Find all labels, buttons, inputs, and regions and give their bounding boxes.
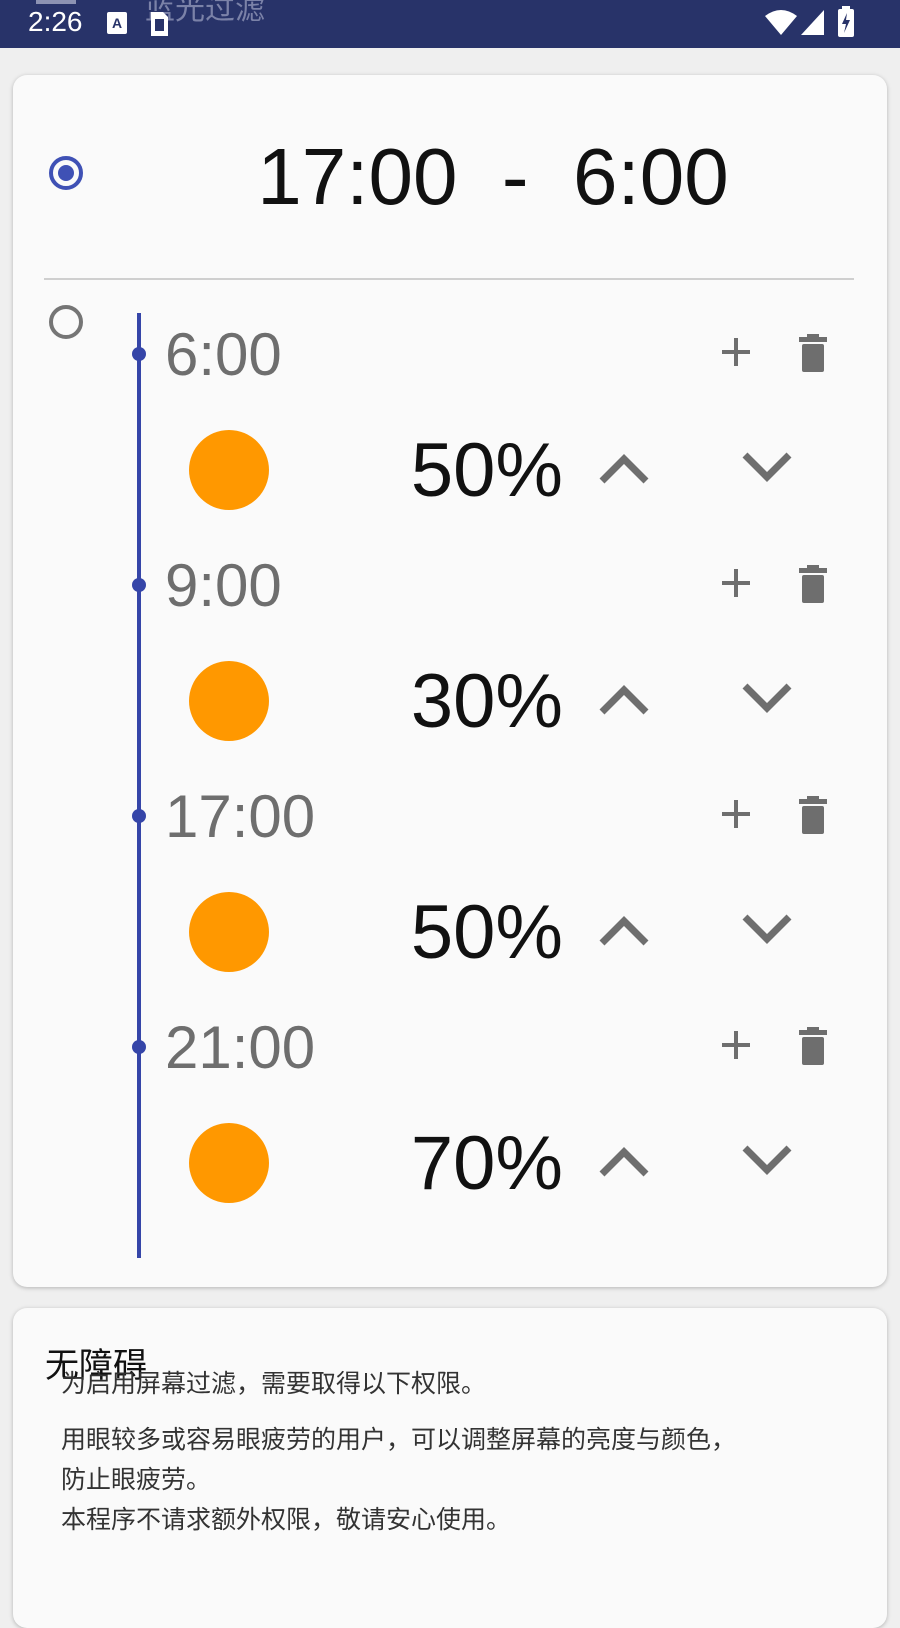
range-end-time[interactable]: 6:00 <box>573 132 729 221</box>
filter-percent: 30% <box>410 659 563 744</box>
timeline-dot <box>132 1040 146 1054</box>
filter-percent: 50% <box>410 890 563 975</box>
slot-time[interactable]: 21:00 <box>165 1013 315 1082</box>
accessibility-note: 本程序不请求额外权限，敬请安心使用。 <box>61 1505 512 1534</box>
increase-chevron-up-icon[interactable] <box>598 1140 650 1180</box>
slot-time[interactable]: 9:00 <box>165 551 282 620</box>
sun-icon <box>189 1123 269 1203</box>
sun-icon <box>189 892 269 972</box>
range-mode-radio[interactable] <box>49 156 83 190</box>
accessibility-detail: 防止眼疲劳。 <box>61 1465 212 1494</box>
add-slot-icon[interactable] <box>718 796 754 832</box>
svg-text:A: A <box>112 15 122 31</box>
increase-chevron-up-icon[interactable] <box>598 678 650 718</box>
delete-slot-icon[interactable] <box>798 795 828 835</box>
schedule-card: 17:00 - 6:00 6:00 50% 9:00 30% 17:00 50%… <box>13 75 887 1287</box>
delete-slot-icon[interactable] <box>798 1026 828 1066</box>
filter-percent: 50% <box>410 428 563 513</box>
overlay-handle <box>36 0 76 4</box>
decrease-chevron-down-icon[interactable] <box>741 678 793 718</box>
delete-slot-icon[interactable] <box>798 564 828 604</box>
divider <box>44 278 854 280</box>
slot-time[interactable]: 17:00 <box>165 782 315 851</box>
schedule-range-text[interactable]: 17:00 - 6:00 <box>253 131 733 223</box>
decrease-chevron-down-icon[interactable] <box>741 447 793 487</box>
increase-chevron-up-icon[interactable] <box>598 447 650 487</box>
sun-icon <box>189 430 269 510</box>
range-start-time[interactable]: 17:00 <box>257 132 457 221</box>
add-slot-icon[interactable] <box>718 565 754 601</box>
status-time: 2:26 <box>28 6 83 37</box>
signal-icon <box>801 10 824 35</box>
timeline-dot <box>132 809 146 823</box>
status-bar: 蓝光过滤 2:26 A <box>0 0 900 48</box>
slot-time[interactable]: 6:00 <box>165 320 282 389</box>
accessibility-card[interactable]: 无障碍 为启用屏幕过滤，需要取得以下权限。 用眼较多或容易眼疲劳的用户，可以调整… <box>13 1308 887 1628</box>
wifi-icon <box>765 10 797 35</box>
add-slot-icon[interactable] <box>718 334 754 370</box>
add-slot-icon[interactable] <box>718 1027 754 1063</box>
filter-percent: 70% <box>410 1121 563 1206</box>
accessibility-detail: 用眼较多或容易眼疲劳的用户，可以调整屏幕的亮度与颜色， <box>61 1425 737 1454</box>
sim-notification-icon <box>151 12 168 36</box>
delete-slot-icon[interactable] <box>798 333 828 373</box>
battery-icon <box>838 6 854 37</box>
timeline-dot <box>132 347 146 361</box>
sun-icon <box>189 661 269 741</box>
decrease-chevron-down-icon[interactable] <box>741 1140 793 1180</box>
range-separator: - <box>501 132 529 221</box>
a-notification-icon: A <box>107 12 127 34</box>
increase-chevron-up-icon[interactable] <box>598 909 650 949</box>
timeline-mode-radio[interactable] <box>49 305 83 339</box>
timeline-line <box>137 313 141 1258</box>
timeline-dot <box>132 578 146 592</box>
accessibility-description: 为启用屏幕过滤，需要取得以下权限。 <box>61 1369 487 1398</box>
decrease-chevron-down-icon[interactable] <box>741 909 793 949</box>
